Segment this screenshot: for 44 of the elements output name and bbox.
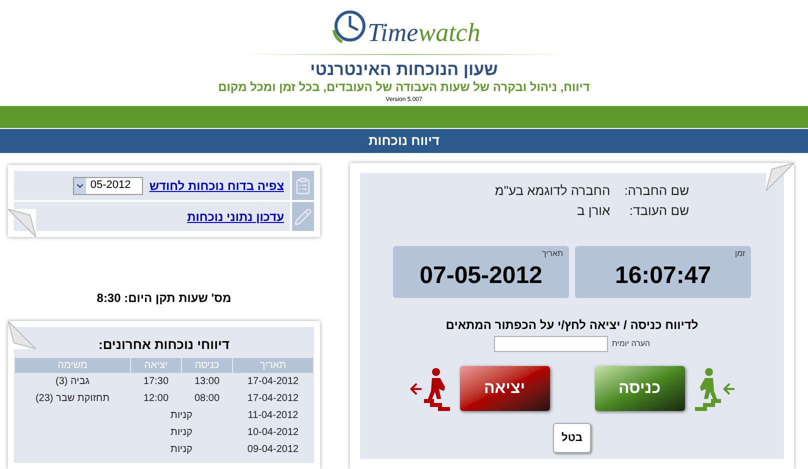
- comment-label: הערה יומית: [612, 338, 650, 350]
- walker-entry-icon: [694, 366, 720, 410]
- clock-value: 16:07:47: [614, 264, 712, 288]
- menu-link[interactable]: צפיה בדוח נוכחות לחודש: [149, 176, 284, 194]
- table-cell-text: 08:00: [193, 392, 221, 406]
- clock-label: תאריך: [542, 248, 563, 260]
- page-title: שעון הנוכחות האינטרנטי: [310, 59, 498, 80]
- company-value: החברה לדוגמא בע"מ: [494, 182, 610, 200]
- table-cell-text: קניות: [170, 443, 194, 457]
- comment-field[interactable]: [494, 336, 608, 352]
- table-cell-text: קניות: [170, 409, 194, 423]
- table-cell-text: 10-04-2012: [246, 426, 300, 440]
- company-label: שם החברה:: [624, 182, 690, 200]
- table-cell-text: תחזוקת שבר (23): [34, 392, 111, 406]
- table-cell-text: 11-04-2012: [246, 409, 300, 423]
- section-title: דיווח נוכחות: [368, 132, 440, 150]
- entry-button[interactable]: כניסה: [594, 366, 684, 411]
- standard-hours-text: מס' שעות תקן היום: 8:30: [96, 290, 232, 307]
- instruction-text: לדיווח כניסה / יציאה לחץ/י על הכפתור המתאים: [446, 317, 698, 334]
- table-cell-text: 09-04-2012: [246, 443, 300, 457]
- page-subtitle: דיווח, ניהול ובקרה של שעות העבודה של העובדים, בכל זמן ומכל מקום: [218, 80, 590, 96]
- column-header: תאריך: [233, 358, 313, 372]
- table-cell-text: קניות: [170, 426, 194, 440]
- exit-button[interactable]: יציאה: [460, 366, 550, 411]
- column-header: כניסה: [182, 358, 232, 372]
- logo-text: Timewatch: [368, 20, 480, 46]
- table-cell-text: 17-04-2012: [246, 392, 300, 406]
- table-cell-text: 17-04-2012: [246, 375, 300, 389]
- clipboard-icon: [294, 176, 312, 194]
- table-cell-text: 12:00: [142, 392, 170, 406]
- table-cell-text: גביה (3): [54, 375, 90, 389]
- table-cell-text: 17:30: [142, 375, 170, 389]
- month-select[interactable]: 05-2012: [73, 176, 144, 194]
- clock-label: זמן: [735, 248, 745, 260]
- employee-label: שם העובד:: [628, 202, 690, 220]
- table-cell-text: 13:00: [193, 375, 221, 389]
- column-header: משימה: [15, 358, 130, 372]
- clock-value: 07-05-2012: [420, 264, 542, 288]
- walker-exit-icon: [424, 366, 450, 410]
- pencil-icon: [294, 208, 312, 226]
- cancel-button[interactable]: בטל: [553, 423, 591, 453]
- employee-value: אורן ב: [576, 202, 610, 220]
- column-header: יציאה: [131, 358, 181, 372]
- reports-title: דיווחי נוכחות אחרונים:: [97, 336, 230, 354]
